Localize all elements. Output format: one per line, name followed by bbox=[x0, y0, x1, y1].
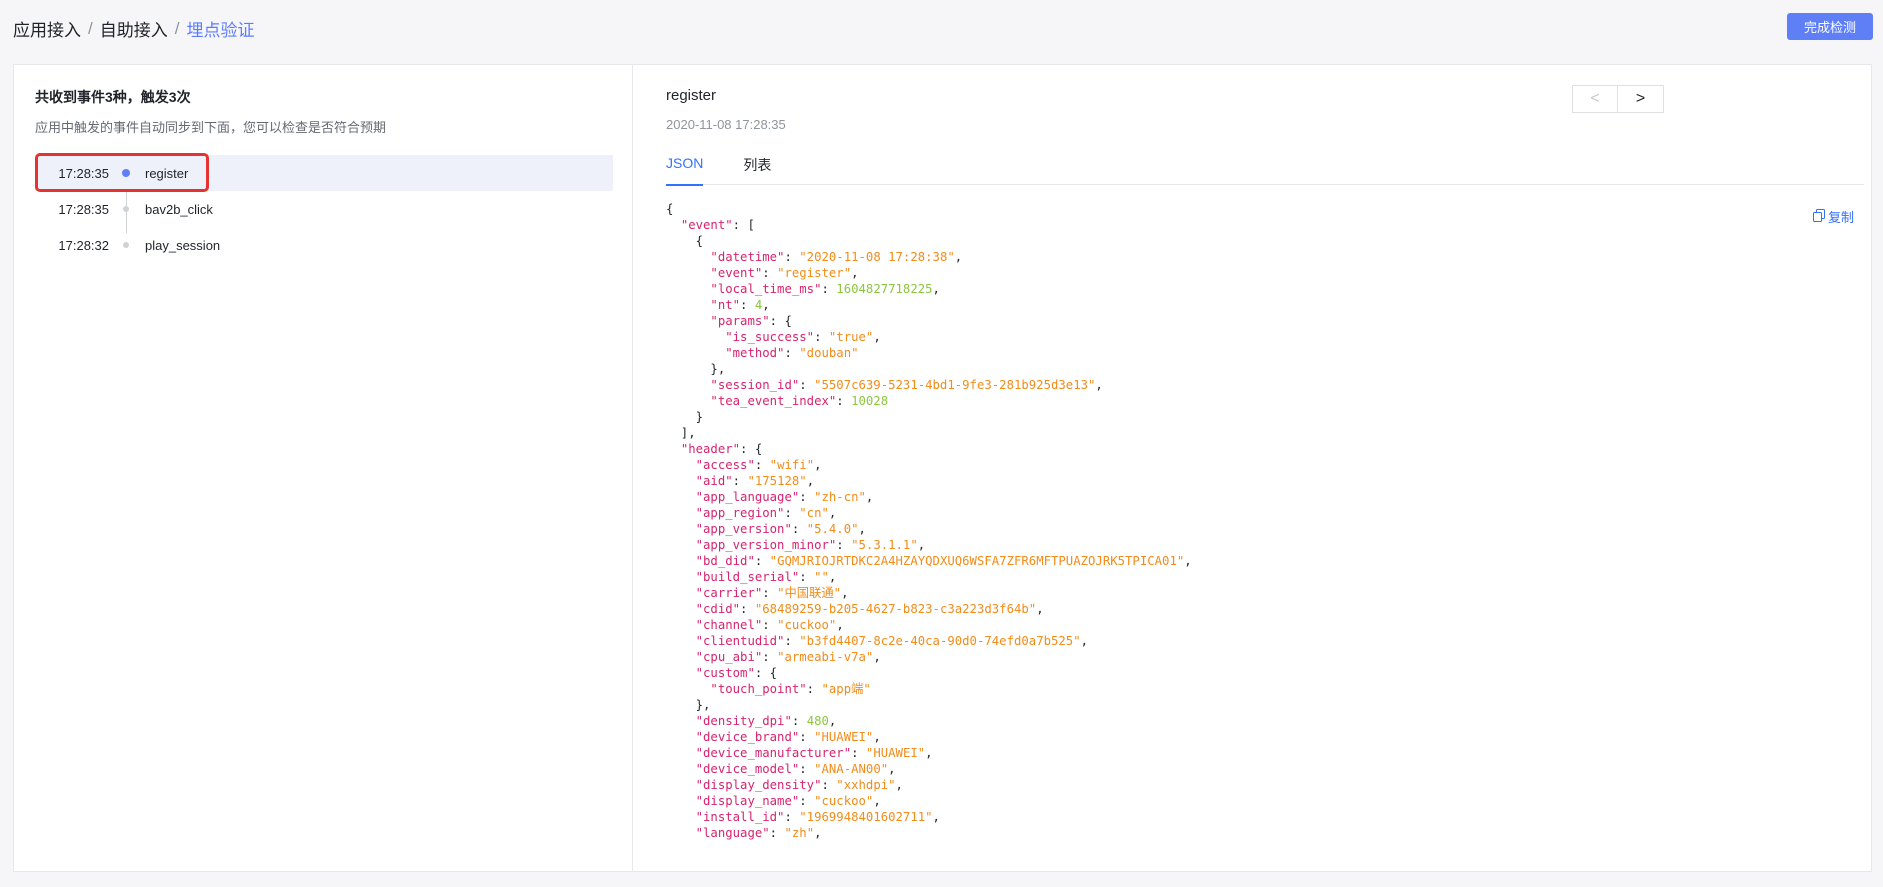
event-time: 17:28:35 bbox=[58, 201, 109, 217]
selected-event-highlight bbox=[35, 153, 209, 192]
json-line: "app_region": "cn", bbox=[695, 506, 837, 520]
json-line: "app_version": "5.4.0", bbox=[695, 522, 866, 536]
copy-label: 复制 bbox=[1828, 210, 1855, 225]
json-line: "device_model": "ANA-AN00", bbox=[695, 762, 896, 776]
json-line: "clientudid": "b3fd4407-8c2e-40ca-90d0-7… bbox=[695, 634, 1089, 648]
json-line: "header": { bbox=[680, 442, 763, 456]
json-line: }, bbox=[666, 362, 726, 376]
breadcrumb-item-self-access[interactable]: 自助接入 bbox=[100, 16, 168, 41]
json-line: "session_id": "5507c639-5231-4bd1-9fe3-2… bbox=[710, 378, 1103, 392]
json-line: "app_version_minor": "5.3.1.1", bbox=[695, 538, 926, 552]
event-summary-panel: 共收到事件3种，触发3次 应用中触发的事件自动同步到下面，您可以检查是否符合预期… bbox=[14, 65, 633, 871]
json-viewer[interactable]: { "event": [ { "datetime": "2020-11-08 1… bbox=[666, 201, 1766, 841]
json-line: "device_manufacturer": "HUAWEI", bbox=[695, 746, 933, 760]
breadcrumb: 应用接入 / 自助接入 / 埋点验证 bbox=[13, 16, 254, 41]
json-line: "local_time_ms": 1604827718225, bbox=[710, 282, 940, 296]
json-line: "install_id": "1969948401602711", bbox=[695, 810, 940, 824]
next-event-button[interactable]: > bbox=[1618, 85, 1664, 113]
json-line: { bbox=[666, 202, 674, 216]
breadcrumb-item-app-access[interactable]: 应用接入 bbox=[13, 16, 81, 41]
event-detail-title: register bbox=[666, 87, 717, 104]
event-name: play_session bbox=[145, 237, 221, 253]
json-line: "bd_did": "GQMJRIOJRTDKC2A4HZAYQDXUQ6WSF… bbox=[695, 554, 1192, 568]
json-line: "language": "zh", bbox=[695, 826, 822, 840]
breadcrumb-separator: / bbox=[88, 18, 93, 38]
tab-json[interactable]: JSON bbox=[666, 155, 704, 186]
json-line: "tea_event_index": 10028 bbox=[710, 394, 889, 408]
json-line: "is_success": "true", bbox=[725, 330, 881, 344]
breadcrumb-current: 埋点验证 bbox=[186, 21, 255, 40]
json-line: ], bbox=[666, 426, 696, 440]
json-line: "event": "register", bbox=[710, 266, 859, 280]
json-line: { bbox=[666, 234, 704, 248]
json-line: "app_language": "zh-cn", bbox=[695, 490, 874, 504]
json-line: "aid": "175128", bbox=[695, 474, 815, 488]
timeline-dot bbox=[123, 206, 129, 212]
json-line: "device_brand": "HUAWEI", bbox=[695, 730, 881, 744]
event-summary-title: 共收到事件3种，触发3次 bbox=[35, 89, 191, 105]
json-line: } bbox=[666, 410, 704, 424]
main-panel: 共收到事件3种，触发3次 应用中触发的事件自动同步到下面，您可以检查是否符合预期… bbox=[13, 64, 1872, 872]
copy-button[interactable]: 复制 bbox=[1813, 207, 1854, 226]
json-line: "method": "douban" bbox=[725, 346, 859, 360]
event-detail-datetime: 2020-11-08 17:28:35 bbox=[666, 117, 786, 132]
event-detail-panel: register 2020-11-08 17:28:35 < > JSON 列表… bbox=[654, 65, 1864, 871]
top-bar: 应用接入 / 自助接入 / 埋点验证 完成检测 bbox=[0, 0, 1883, 52]
breadcrumb-separator: / bbox=[174, 18, 180, 38]
json-line: "display_name": "cuckoo", bbox=[695, 794, 881, 808]
prev-event-button[interactable]: < bbox=[1572, 85, 1618, 113]
timeline-dot bbox=[123, 242, 129, 248]
json-line: "display_density": "xxhdpi", bbox=[695, 778, 903, 792]
json-line: "params": { bbox=[710, 314, 792, 328]
event-summary-subtitle: 应用中触发的事件自动同步到下面，您可以检查是否符合预期 bbox=[35, 120, 387, 135]
chevron-right-icon: > bbox=[1635, 90, 1646, 107]
finish-check-button[interactable]: 完成检测 bbox=[1787, 13, 1873, 40]
json-line: "cdid": "68489259-b205-4627-b823-c3a223d… bbox=[695, 602, 1044, 616]
chevron-left-icon: < bbox=[1590, 90, 1600, 107]
event-navigation: < > bbox=[1572, 85, 1664, 113]
json-line: "custom": { bbox=[695, 666, 778, 680]
json-line: "carrier": "中国联通", bbox=[695, 586, 849, 600]
event-time: 17:28:32 bbox=[58, 237, 109, 253]
json-line: "touch_point": "app端" bbox=[710, 682, 871, 696]
tab-list[interactable]: 列表 bbox=[743, 155, 771, 185]
event-name: bav2b_click bbox=[145, 201, 213, 217]
detail-tabs: JSON 列表 bbox=[666, 155, 1864, 186]
json-line: }, bbox=[666, 698, 711, 712]
json-line: "cpu_abi": "armeabi-v7a", bbox=[695, 650, 881, 664]
copy-icon bbox=[1813, 208, 1825, 225]
event-row-bav2b-click[interactable]: 17:28:35 bav2b_click bbox=[35, 191, 613, 227]
json-line: "build_serial": "", bbox=[695, 570, 837, 584]
json-line: "density_dpi": 480, bbox=[695, 714, 837, 728]
json-line: "channel": "cuckoo", bbox=[695, 618, 844, 632]
event-row-play-session[interactable]: 17:28:32 play_session bbox=[35, 227, 613, 263]
json-line: "event": [ bbox=[680, 218, 755, 232]
json-line: "datetime": "2020-11-08 17:28:38", bbox=[710, 250, 963, 264]
json-line: "nt": 4, bbox=[710, 298, 770, 312]
json-line: "access": "wifi", bbox=[695, 458, 822, 472]
